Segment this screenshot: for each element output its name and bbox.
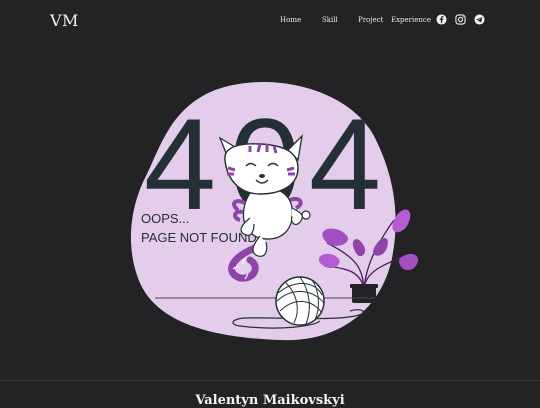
error-illustration: 4 0 4 OOPS... PAGE NOT FOUND <box>130 81 419 341</box>
navbar: VM Home Skill Project Experience <box>0 0 540 42</box>
error-line2: PAGE NOT FOUND <box>141 230 257 245</box>
nav-skill[interactable]: Skill <box>322 16 338 24</box>
nav-home[interactable]: Home <box>280 16 301 24</box>
facebook-icon[interactable] <box>436 14 447 25</box>
instagram-icon[interactable] <box>455 14 466 25</box>
nav-experience[interactable]: Experience <box>391 16 431 24</box>
logo[interactable]: VM <box>50 11 79 30</box>
nav-project[interactable]: Project <box>358 16 383 24</box>
telegram-icon[interactable] <box>474 14 485 25</box>
error-digit-3: 4 <box>309 91 381 237</box>
error-line1: OOPS... <box>141 211 189 226</box>
footer-name: Valentyn Maikovskyi <box>195 393 345 408</box>
footer-divider <box>0 380 540 381</box>
